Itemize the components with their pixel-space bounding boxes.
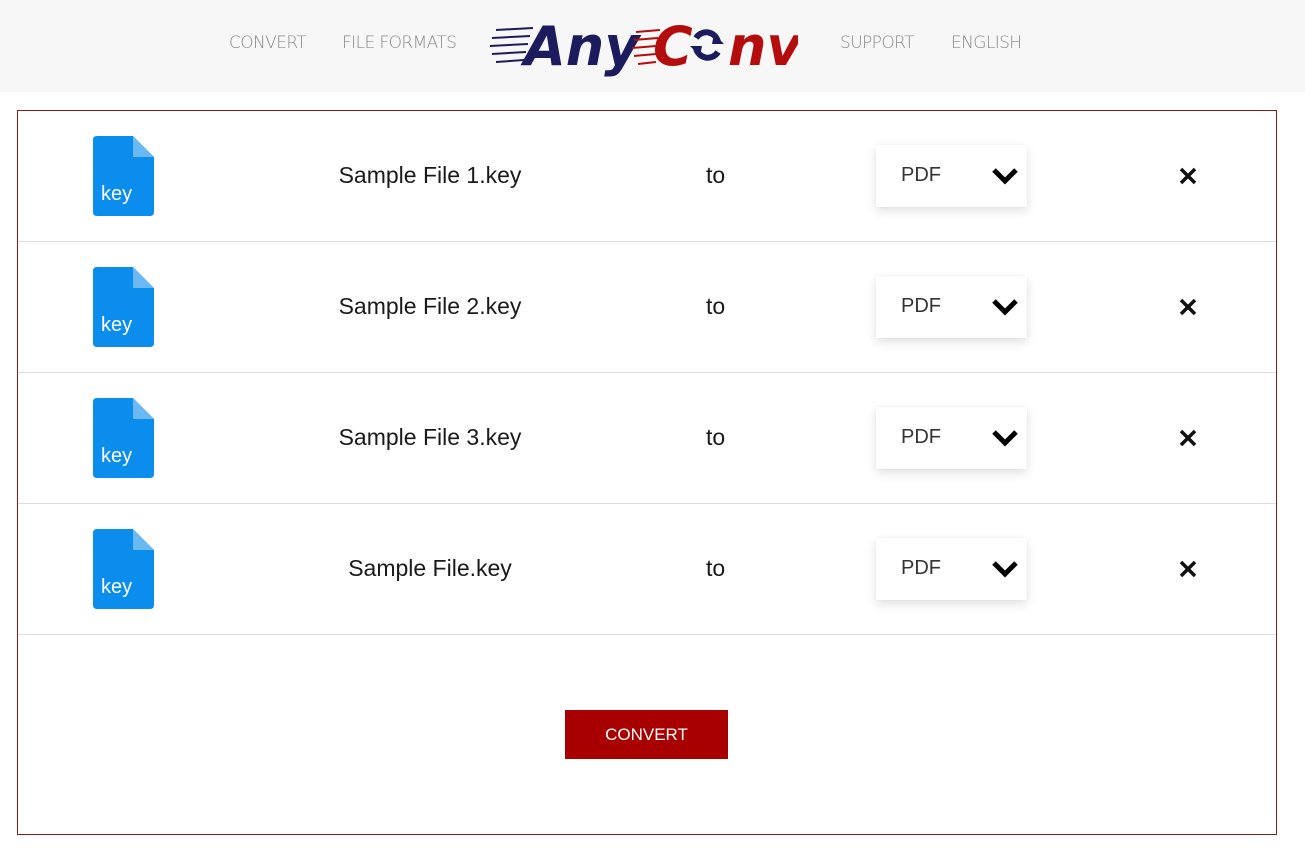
file-row: key Sample File 3.key to PDF [18,373,1276,504]
file-row: key Sample File 2.key to PDF [18,242,1276,373]
top-navigation-bar: CONVERT FILE FORMATS Any C nv SUPPORT EN… [0,0,1305,92]
chevron-down-icon [992,299,1018,316]
chevron-down-icon [992,561,1018,578]
file-name: Sample File 3.key [338,424,522,450]
nav-language-link[interactable]: ENGLISH [951,33,1022,53]
nav-convert-link[interactable]: CONVERT [229,33,307,53]
chevron-down-icon [992,168,1018,185]
format-select[interactable]: PDF [876,407,1027,469]
svg-text:nv: nv [728,15,798,78]
to-label: to [706,293,726,319]
svg-text:key: key [101,314,132,336]
logo-text-any: Any [520,15,642,78]
chevron-down-icon [992,430,1018,447]
format-select-value: PDF [901,295,941,317]
format-select[interactable]: PDF [876,145,1027,207]
key-file-icon: key [93,136,154,216]
format-select-value: PDF [901,164,941,186]
svg-text:C: C [653,15,693,78]
format-select-value: PDF [901,426,941,448]
svg-text:key: key [101,183,132,205]
nav-support-link[interactable]: SUPPORT [840,33,914,53]
file-name: Sample File.key [348,555,512,581]
key-file-icon: key [93,267,154,347]
to-label: to [706,424,726,450]
file-row: key Sample File.key to PDF [18,504,1276,635]
anyconv-logo[interactable]: Any C nv [488,8,798,78]
format-select[interactable]: PDF [876,276,1027,338]
close-icon[interactable] [1178,297,1198,317]
format-select[interactable]: PDF [876,538,1027,600]
to-label: to [706,162,726,188]
svg-text:key: key [101,576,132,598]
file-conversion-panel: key Sample File 1.key to PDF key Sample … [17,110,1277,835]
key-file-icon: key [93,529,154,609]
nav-file-formats-link[interactable]: FILE FORMATS [342,33,457,53]
convert-button[interactable]: CONVERT [565,710,728,759]
close-icon[interactable] [1178,428,1198,448]
close-icon[interactable] [1178,559,1198,579]
format-select-value: PDF [901,557,941,579]
file-row: key Sample File 1.key to PDF [18,111,1276,242]
to-label: to [706,555,726,581]
key-file-icon: key [93,398,154,478]
close-icon[interactable] [1178,166,1198,186]
svg-text:key: key [101,445,132,467]
file-name: Sample File 2.key [338,293,522,319]
file-name: Sample File 1.key [338,162,522,188]
